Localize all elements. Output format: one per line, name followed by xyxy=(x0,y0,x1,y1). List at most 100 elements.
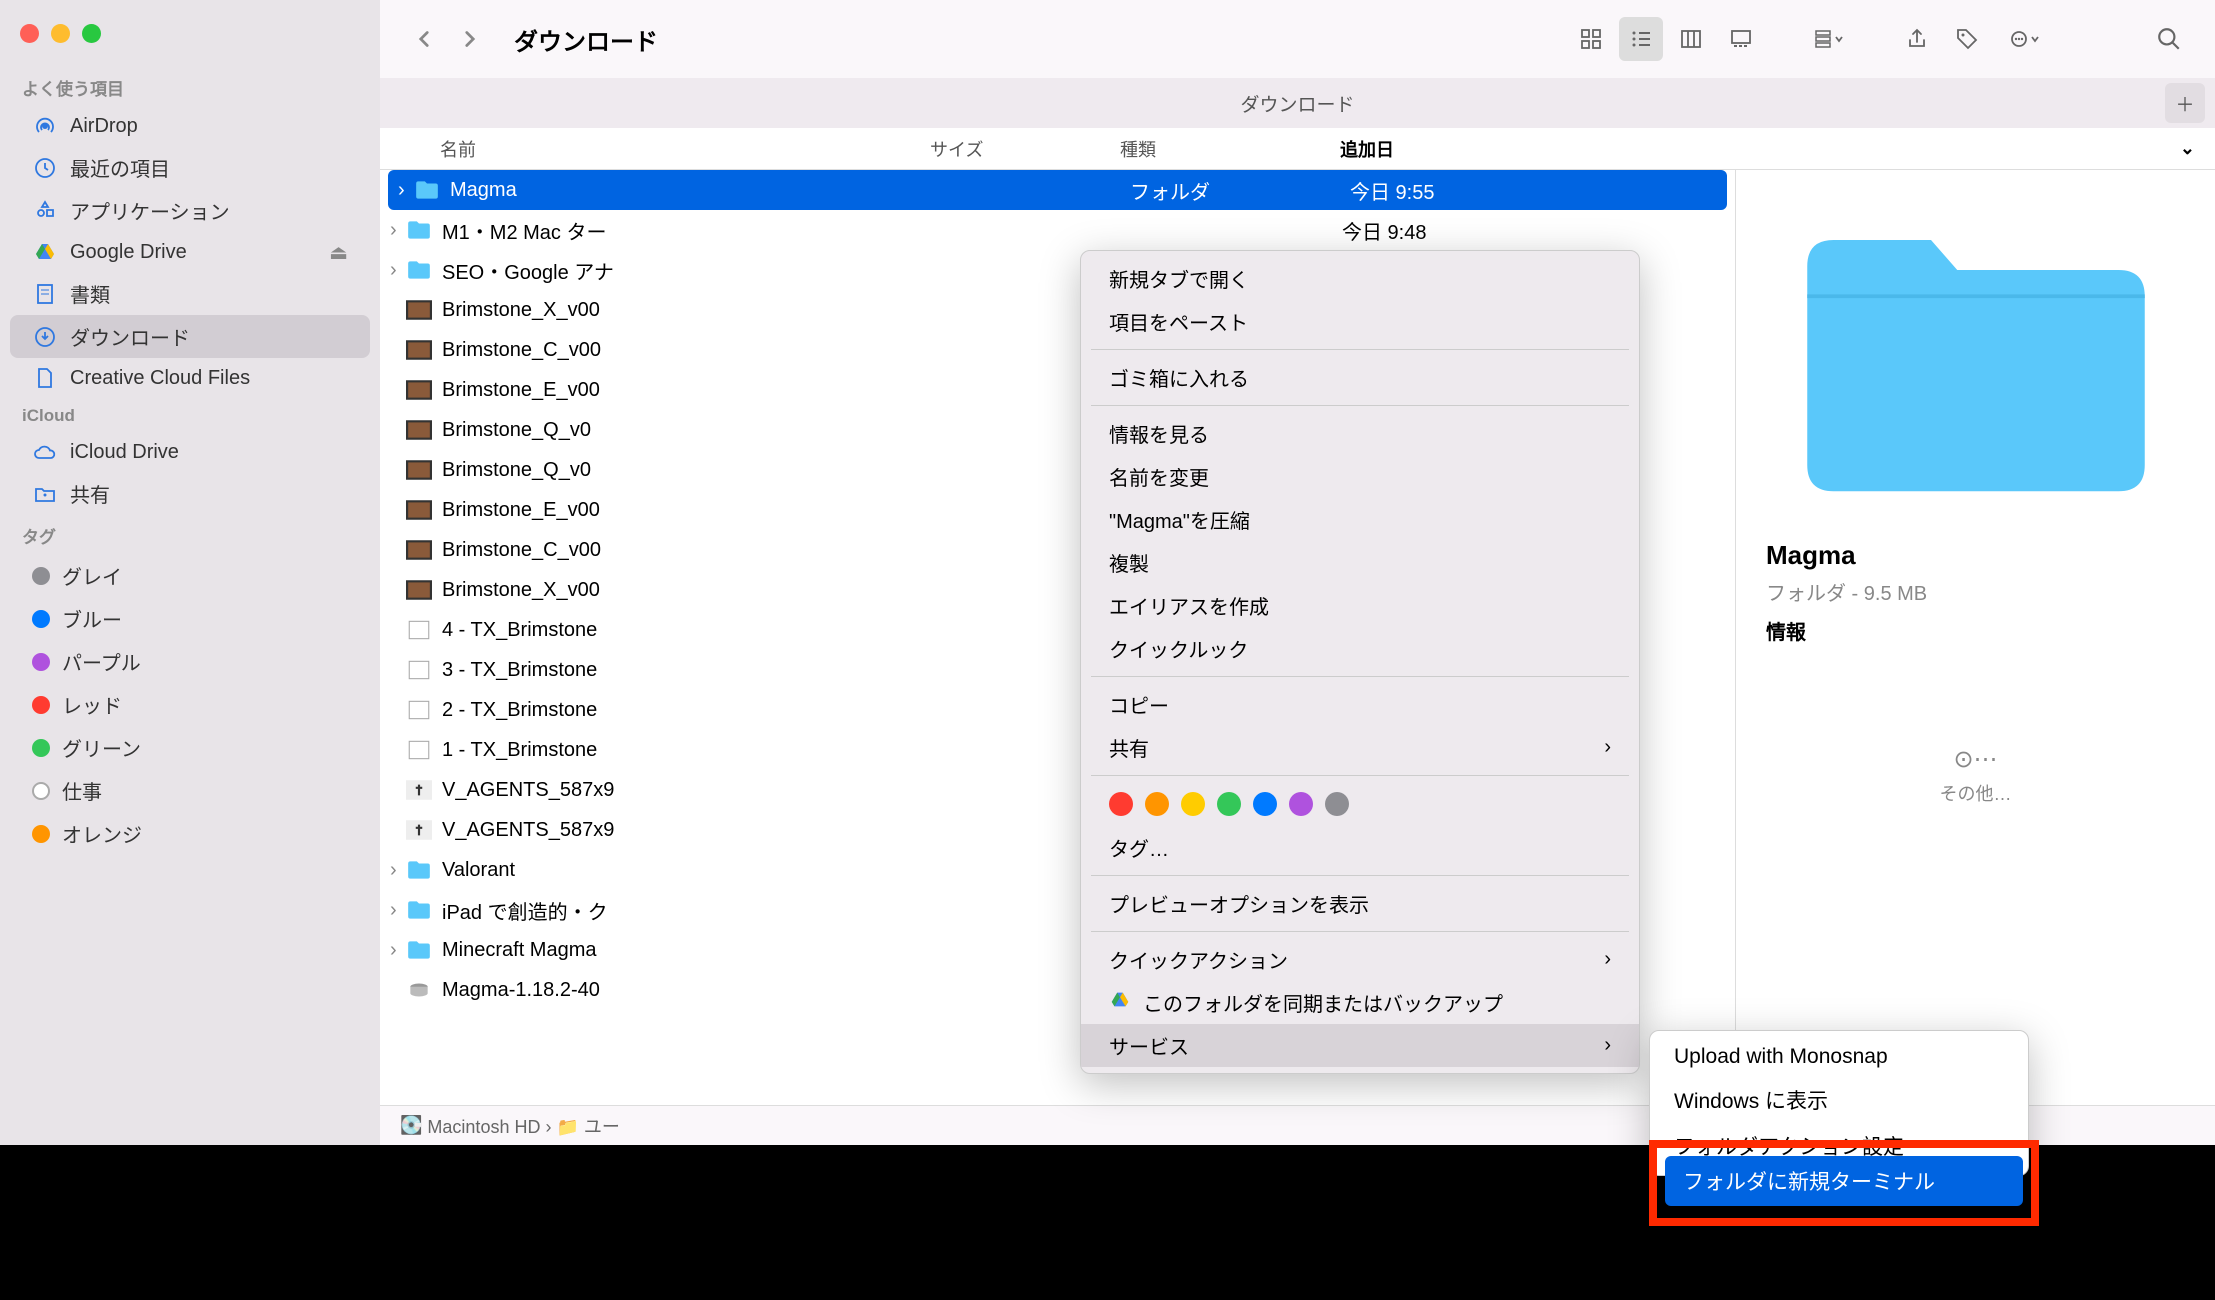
disclosure-icon[interactable]: › xyxy=(380,859,400,882)
context-menu[interactable]: 新規タブで開く項目をペーストゴミ箱に入れる情報を見る名前を変更"Magma"を圧… xyxy=(1080,250,1640,1074)
file-icon xyxy=(406,780,436,800)
tab-bar: ダウンロード ＋ xyxy=(380,78,2215,128)
context-menu-item[interactable]: クイックアクション› xyxy=(1081,938,1639,981)
tag-color[interactable] xyxy=(1289,792,1313,816)
column-view-button[interactable] xyxy=(1669,17,1713,61)
action-button[interactable] xyxy=(1995,17,2055,61)
sidebar-item[interactable]: AirDrop xyxy=(10,106,370,146)
tag-button[interactable] xyxy=(1945,17,1989,61)
context-menu-item[interactable]: クイックルック xyxy=(1081,627,1639,670)
sidebar-item-label: 共有 xyxy=(70,479,110,508)
sidebar-item-label: 仕事 xyxy=(62,776,102,805)
disclosure-icon[interactable]: › xyxy=(380,259,400,282)
context-menu-item[interactable]: タグ… xyxy=(1081,826,1639,869)
file-name: 3 - TX_Brimstone xyxy=(442,659,932,682)
disclosure-icon[interactable]: › xyxy=(380,939,400,962)
sidebar-item[interactable]: 共有 xyxy=(10,472,370,515)
finder-window: よく使う項目 AirDrop 最近の項目アプリケーション Google Drive ⏏ 書… xyxy=(0,0,2215,1145)
column-name[interactable]: 名前 xyxy=(380,136,930,162)
file-name: Brimstone_X_v00 xyxy=(442,579,932,602)
tag-picker[interactable] xyxy=(1081,782,1639,826)
sidebar-section-header: iCloud xyxy=(0,398,380,432)
sidebar-item[interactable]: 最近の項目 xyxy=(10,146,370,189)
context-menu-item[interactable]: サービス› xyxy=(1081,1024,1639,1067)
share-button[interactable] xyxy=(1895,17,1939,61)
back-button[interactable] xyxy=(404,19,444,59)
tag-color[interactable] xyxy=(1325,792,1349,816)
list-view-button[interactable] xyxy=(1619,17,1663,61)
file-row[interactable]: ›Magmaフォルダ今日 9:55 xyxy=(388,170,1727,210)
preview-info-label: 情報 xyxy=(1766,616,2185,645)
context-menu-item[interactable]: 名前を変更 xyxy=(1081,455,1639,498)
file-name: Brimstone_X_v00 xyxy=(442,299,932,322)
maximize-button[interactable] xyxy=(82,24,101,43)
sidebar-item[interactable]: 書類 xyxy=(10,272,370,315)
search-button[interactable] xyxy=(2147,17,2191,61)
column-kind[interactable]: 種類 xyxy=(1120,136,1340,162)
sidebar-item[interactable]: iCloud Drive xyxy=(10,432,370,472)
file-icon xyxy=(406,460,436,480)
sidebar-item-label: Google Drive xyxy=(70,241,187,264)
sidebar-item-label: パープル xyxy=(62,647,141,676)
gallery-view-button[interactable] xyxy=(1719,17,1763,61)
context-menu-item[interactable]: 情報を見る xyxy=(1081,412,1639,455)
sidebar-item[interactable]: オレンジ xyxy=(10,812,370,855)
forward-button[interactable] xyxy=(450,19,490,59)
disclosure-icon[interactable]: › xyxy=(388,179,408,202)
tag-color[interactable] xyxy=(1217,792,1241,816)
close-button[interactable] xyxy=(20,24,39,43)
context-menu-item[interactable]: 新規タブで開く xyxy=(1081,257,1639,300)
preview-more[interactable]: ⊙⋯ その他… xyxy=(1766,745,2185,806)
file-row[interactable]: ›M1・M2 Mac ター今日 9:48 xyxy=(380,210,1735,250)
preview-panel: Magma フォルダ - 9.5 MB 情報 ⊙⋯ その他… xyxy=(1735,170,2215,1105)
context-menu-item[interactable]: 共有› xyxy=(1081,726,1639,769)
tag-color[interactable] xyxy=(1253,792,1277,816)
submenu-item[interactable]: Upload with Monosnap xyxy=(1656,1037,2022,1077)
tag-color[interactable] xyxy=(1145,792,1169,816)
disclosure-icon[interactable]: › xyxy=(380,219,400,242)
context-menu-item[interactable]: このフォルダを同期またはバックアップ xyxy=(1081,981,1639,1024)
sidebar-item[interactable]: グリーン xyxy=(10,726,370,769)
file-icon xyxy=(406,420,436,440)
submenu-item[interactable]: Windows に表示 xyxy=(1656,1077,2022,1123)
context-menu-item[interactable]: ゴミ箱に入れる xyxy=(1081,356,1639,399)
tag-color[interactable] xyxy=(1109,792,1133,816)
sidebar-item[interactable]: ダウンロード xyxy=(10,315,370,358)
context-menu-item[interactable]: エイリアスを作成 xyxy=(1081,584,1639,627)
column-size[interactable]: サイズ xyxy=(930,136,1120,162)
sidebar-item[interactable]: レッド xyxy=(10,683,370,726)
tag-color[interactable] xyxy=(1181,792,1205,816)
icon-view-button[interactable] xyxy=(1569,17,1613,61)
main-panel: ダウンロード ダウンロード ＋ 名前 サイズ 種類 追加日⌄ › Magma xyxy=(380,0,2215,1145)
sharefolder-icon xyxy=(32,481,58,507)
window-title: ダウンロード xyxy=(514,22,658,57)
minimize-button[interactable] xyxy=(51,24,70,43)
sidebar-item[interactable]: パープル xyxy=(10,640,370,683)
disclosure-icon[interactable]: › xyxy=(380,899,400,922)
file-icon xyxy=(406,700,436,720)
sidebar-section-header: よく使う項目 xyxy=(0,67,380,106)
sidebar-item[interactable]: アプリケーション xyxy=(10,189,370,232)
file-kind: フォルダ xyxy=(1130,176,1350,205)
context-menu-item[interactable]: コピー xyxy=(1081,683,1639,726)
context-menu-item[interactable]: "Magma"を圧縮 xyxy=(1081,498,1639,541)
sidebar-item[interactable]: 仕事 xyxy=(10,769,370,812)
sidebar-item-label: iCloud Drive xyxy=(70,441,179,464)
submenu-arrow-icon: › xyxy=(1604,948,1611,971)
eject-icon[interactable]: ⏏ xyxy=(329,240,348,265)
sidebar-item[interactable]: Creative Cloud Files xyxy=(10,358,370,398)
sidebar-item[interactable]: グレイ xyxy=(10,554,370,597)
context-menu-item[interactable]: プレビューオプションを表示 xyxy=(1081,882,1639,925)
sidebar-item[interactable]: ブルー xyxy=(10,597,370,640)
context-menu-item[interactable]: 複製 xyxy=(1081,541,1639,584)
sidebar-item[interactable]: Google Drive ⏏ xyxy=(10,232,370,272)
submenu-arrow-icon: › xyxy=(1604,1034,1611,1057)
submenu-item-new-terminal[interactable]: フォルダに新規ターミナル xyxy=(1665,1156,2023,1206)
sidebar-item-label: AirDrop xyxy=(70,115,138,138)
group-button[interactable] xyxy=(1799,17,1859,61)
preview-name: Magma xyxy=(1766,540,2185,571)
column-date[interactable]: 追加日⌄ xyxy=(1340,136,2215,162)
new-tab-button[interactable]: ＋ xyxy=(2165,83,2205,123)
context-menu-item[interactable]: 項目をペースト xyxy=(1081,300,1639,343)
tab[interactable]: ダウンロード xyxy=(1240,90,1354,117)
